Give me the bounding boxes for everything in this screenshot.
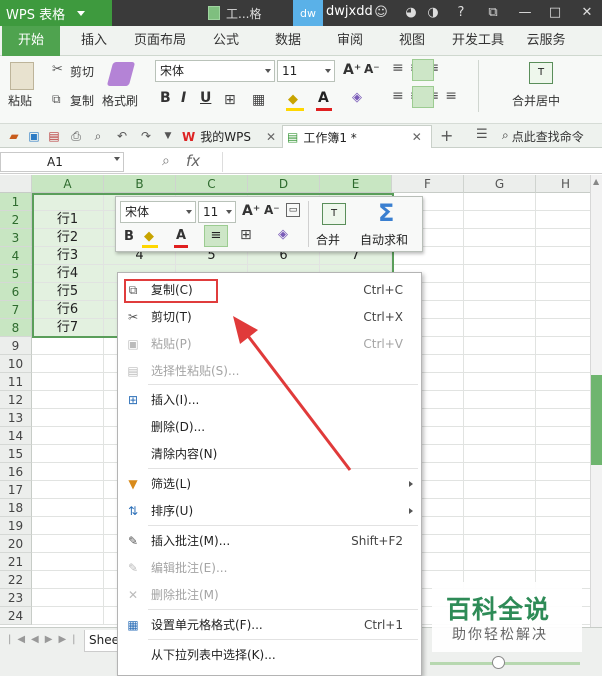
watermark-subtitle: 助你轻松解决 bbox=[452, 627, 548, 643]
watermark-title: 百科全说 bbox=[446, 595, 551, 624]
annotation-arrow bbox=[233, 316, 352, 471]
